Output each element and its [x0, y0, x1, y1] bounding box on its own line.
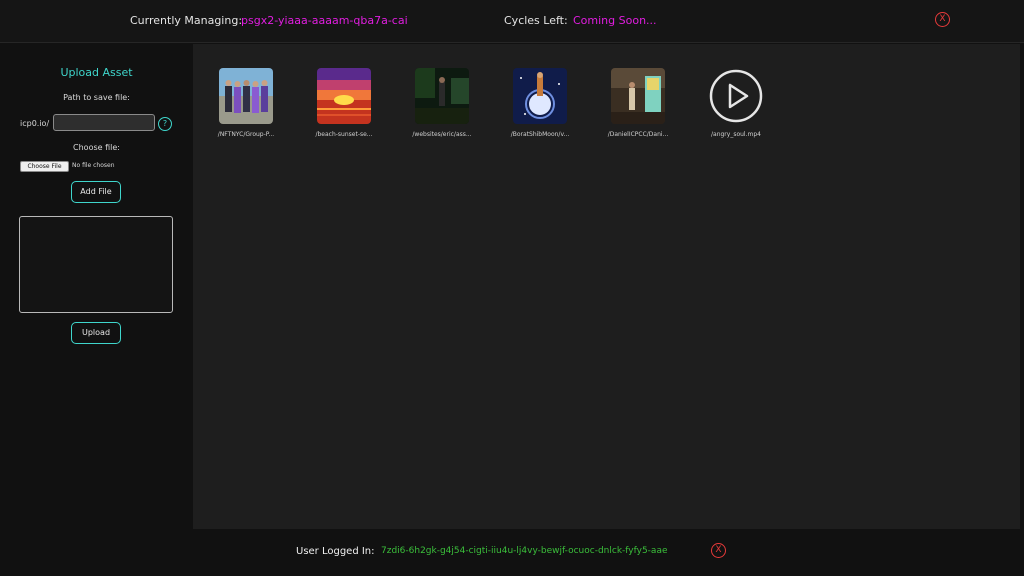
asset-item[interactable]: /websites/eric/ass...	[402, 68, 482, 138]
upload-sidebar: Upload Asset Path to save file: icp0.io/…	[0, 44, 193, 529]
logout-button[interactable]: X	[711, 543, 726, 558]
close-icon: X	[715, 545, 722, 555]
asset-label: /beach-sunset-se...	[315, 131, 373, 138]
asset-grid: /NFTNYC/Group-P... /beach-sunset-se... /…	[193, 44, 1020, 529]
help-button[interactable]: ?	[158, 117, 172, 131]
path-prefix: icp0.io/	[20, 119, 50, 128]
asset-label: /websites/eric/ass...	[412, 131, 472, 138]
user-principal: 7zdi6-6h2gk-g4j54-cigti-iiu4u-lj4vy-bewj…	[381, 546, 668, 556]
currently-managing-label: Currently Managing:	[130, 14, 243, 27]
selected-files-box	[19, 216, 173, 313]
moon-art-thumbnail	[513, 68, 567, 124]
bottom-bar: User Logged In: 7zdi6-6h2gk-g4j54-cigti-…	[0, 529, 1024, 576]
asset-label: /angry_soul.mp4	[711, 131, 761, 138]
play-icon	[709, 68, 763, 124]
asset-label: /BoratShibMoon/v...	[510, 131, 570, 138]
cycles-left-value: Coming Soon...	[573, 14, 657, 27]
asset-label: /DanielICPCC/Dani...	[607, 131, 669, 138]
beach-sunset-thumbnail	[317, 68, 371, 124]
room-photo-thumbnail	[611, 68, 665, 124]
night-scene-thumbnail	[415, 68, 469, 124]
choose-file-label: Choose file:	[73, 143, 120, 152]
canister-id: psgx2-yiaaa-aaaam-qba7a-cai	[241, 14, 408, 27]
asset-label: /NFTNYC/Group-P...	[217, 131, 275, 138]
no-file-chosen-text: No file chosen	[72, 162, 115, 169]
add-file-button[interactable]: Add File	[71, 181, 121, 203]
group-photo-thumbnail	[219, 68, 273, 124]
asset-item[interactable]: /beach-sunset-se...	[304, 68, 384, 138]
user-logged-in-label: User Logged In:	[296, 546, 375, 557]
help-icon: ?	[162, 119, 168, 128]
asset-item[interactable]: /DanielICPCC/Dani...	[598, 68, 678, 138]
path-input[interactable]	[53, 114, 155, 131]
upload-button[interactable]: Upload	[71, 322, 121, 344]
asset-item[interactable]: /angry_soul.mp4	[696, 68, 776, 138]
choose-file-button[interactable]: Choose File	[20, 161, 69, 172]
close-icon: X	[939, 14, 946, 24]
top-bar: Currently Managing: psgx2-yiaaa-aaaam-qb…	[0, 0, 1024, 43]
asset-item[interactable]: /BoratShibMoon/v...	[500, 68, 580, 138]
cycles-left-label: Cycles Left:	[504, 14, 568, 27]
asset-item[interactable]: /NFTNYC/Group-P...	[206, 68, 286, 138]
close-canister-button[interactable]: X	[935, 12, 950, 27]
path-label: Path to save file:	[63, 93, 130, 102]
upload-asset-title: Upload Asset	[60, 66, 133, 79]
